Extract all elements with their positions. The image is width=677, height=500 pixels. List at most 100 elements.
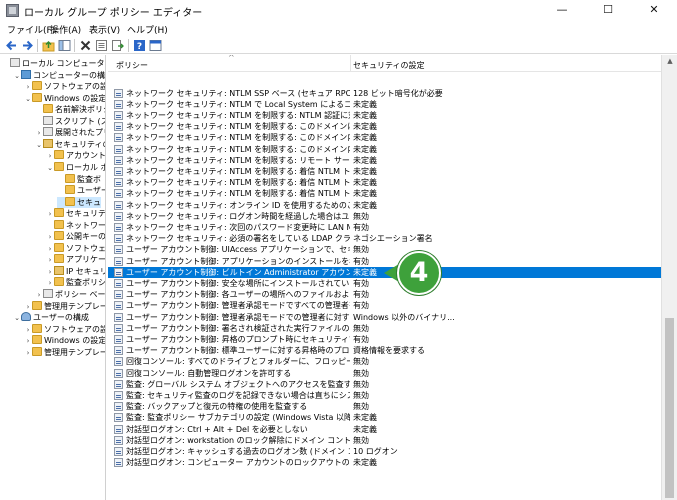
policy-row[interactable]: ユーザー アカウント制御: 管理者承認モードですべての管理者を実行...有効 bbox=[108, 300, 661, 311]
tree-item[interactable]: ⌄ セキュリティの設 bbox=[35, 138, 105, 151]
policy-row[interactable]: ユーザー アカウント制御: 昇格のプロンプト時にセキュリティで保護され...有効 bbox=[108, 334, 661, 345]
policy-row[interactable]: ネットワーク セキュリティ: 必須の署名をしている LDAP クライアントネゴシ… bbox=[108, 233, 661, 244]
policy-row[interactable]: ネットワーク セキュリティ: NTLM を制限する: 着信 NTLM トラフィッ… bbox=[108, 177, 661, 188]
expand-chevron-icon[interactable]: › bbox=[24, 325, 32, 336]
expand-chevron-icon[interactable]: ⌄ bbox=[46, 163, 54, 174]
folder-icon bbox=[65, 196, 75, 206]
policy-row[interactable]: 監査: バックアップと復元の特権の使用を監査する 無効 bbox=[108, 401, 661, 412]
menu-file[interactable]: ファイル(F) bbox=[7, 23, 55, 36]
tree-item[interactable]: › 公開キーの bbox=[46, 231, 105, 243]
tree-item[interactable]: › 管理用テンプレート bbox=[24, 346, 105, 359]
policy-row[interactable]: ネットワーク セキュリティ: NTLM を制限する: このドメイン内の NTLM… bbox=[108, 132, 661, 143]
policy-row[interactable]: ユーザー アカウント制御: 署名され検証された実行ファイルのみを昇...無効 bbox=[108, 323, 661, 334]
tree-item[interactable]: › アカウント ボ bbox=[46, 150, 105, 162]
expand-chevron-icon[interactable]: › bbox=[35, 290, 43, 301]
policy-row[interactable]: 回復コンソール: すべてのドライブとフォルダーに、フロッピーのコピーとア...無… bbox=[108, 356, 661, 367]
policy-row[interactable]: 対話型ログオン: キャッシュする過去のログオン数 (ドメイン コントローラー..… bbox=[108, 446, 661, 457]
expand-chevron-icon[interactable]: › bbox=[46, 244, 54, 255]
console-tree[interactable]: ローカル コンピューター ポリシ⌄コンピューターの構成›ソフトウェアの設定⌄Wi… bbox=[0, 55, 106, 500]
maximize-button[interactable]: ☐ bbox=[585, 0, 631, 21]
expand-chevron-icon[interactable]: › bbox=[24, 302, 32, 313]
policy-row[interactable]: ネットワーク セキュリティ: NTLM を制限する: リモート サーバーに対す.… bbox=[108, 155, 661, 166]
expand-chevron-icon[interactable]: › bbox=[46, 232, 54, 243]
column-policy[interactable]: ポリシー bbox=[116, 60, 148, 71]
policy-row[interactable]: 回復コンソール: 自動管理ログオンを許可する 無効 bbox=[108, 368, 661, 379]
expand-chevron-icon[interactable]: ⌄ bbox=[13, 313, 21, 324]
policy-row[interactable]: 監査: 監査ポリシー サブカテゴリの設定 (Windows Vista 以降) … bbox=[108, 412, 661, 423]
policy-row[interactable]: ユーザー アカウント制御: 各ユーザーの場所へのファイルおよびレジスト...有効 bbox=[108, 289, 661, 300]
tree-item[interactable]: › 監査ポリシ bbox=[46, 277, 105, 289]
expand-chevron-icon[interactable]: › bbox=[24, 348, 32, 359]
tree-item[interactable]: › ソフトウェアの設定 bbox=[24, 323, 105, 336]
policy-row[interactable]: ユーザー アカウント制御: UIAccess アプリケーションで、セキュリティで… bbox=[108, 244, 661, 255]
tree-item[interactable]: ネットワーク bbox=[46, 219, 105, 231]
policy-row[interactable]: ネットワーク セキュリティ: NTLM SSP ベース (セキュア RPC を含… bbox=[108, 88, 661, 99]
menu-help[interactable]: ヘルプ(H) bbox=[127, 23, 168, 36]
expand-chevron-icon[interactable]: › bbox=[46, 151, 54, 162]
expand-chevron-icon[interactable]: ⌄ bbox=[24, 94, 32, 105]
delete-icon[interactable] bbox=[79, 39, 92, 52]
expand-chevron-icon[interactable]: › bbox=[46, 267, 54, 278]
scroll-up-icon[interactable]: ▲ bbox=[662, 55, 677, 67]
expand-chevron-icon[interactable]: › bbox=[46, 209, 54, 220]
tree-item[interactable]: › ポリシー ベースの bbox=[35, 289, 105, 301]
expand-chevron-icon[interactable]: › bbox=[46, 278, 54, 289]
tree-item[interactable]: › ソフトウェア bbox=[46, 242, 105, 255]
column-security-setting[interactable]: セキュリティの設定 bbox=[353, 60, 425, 71]
close-button[interactable]: ✕ bbox=[631, 0, 677, 21]
expand-chevron-icon[interactable]: ⌄ bbox=[35, 140, 43, 151]
tree-item[interactable]: › セキュリティ bbox=[46, 208, 105, 220]
policy-row[interactable]: 対話型ログオン: workstation のロック解除にドメイン コントローラー… bbox=[108, 435, 661, 446]
tree-item[interactable]: ⌄ ユーザーの構成 bbox=[13, 312, 89, 323]
policy-row[interactable]: 監査: グローバル システム オブジェクトへのアクセスを監査する 無効 bbox=[108, 379, 661, 390]
policy-row[interactable]: ネットワーク セキュリティ: NTLM を制限する: 着信 NTLM トラフィッ… bbox=[108, 166, 661, 177]
tree-item[interactable]: ⌄ コンピューターの構成 bbox=[13, 69, 105, 82]
tree-item[interactable]: › Windows の設定 bbox=[24, 335, 105, 347]
tree-item[interactable]: ローカル コンピューター ポリシ bbox=[2, 58, 105, 69]
scroll-thumb[interactable] bbox=[665, 318, 674, 498]
policy-row[interactable]: ネットワーク セキュリティ: NTLM を制限する: このドメイン内の NTLM… bbox=[108, 144, 661, 155]
policy-row[interactable]: 対話型ログオン: コンピューター アカウントのロックアウトのしきい値未定義 bbox=[108, 457, 661, 468]
tree-item[interactable]: ⌄ Windows の設定 bbox=[24, 92, 105, 105]
tree-item[interactable]: 監査ボ bbox=[57, 173, 101, 185]
help-icon[interactable]: ? bbox=[133, 39, 146, 52]
tree-item[interactable]: セキュ bbox=[57, 196, 101, 208]
properties-icon[interactable] bbox=[95, 39, 108, 52]
policy-row[interactable]: ネットワーク セキュリティ: NTLM を制限する: 着信 NTLM トラフィッ… bbox=[108, 188, 661, 199]
policy-row[interactable]: ネットワーク セキュリティ: NTLM を制限する: NTLM 認証に対するリ.… bbox=[108, 110, 661, 121]
policy-row[interactable]: ユーザー アカウント制御: 管理者承認モードでの管理者に対する昇... Windo… bbox=[108, 312, 661, 323]
forward-icon[interactable] bbox=[21, 39, 34, 52]
export-list-icon[interactable] bbox=[111, 39, 124, 52]
policy-row[interactable]: ユーザー アカウント制御: 標準ユーザーに対する昇格時のプロンプトの...資格情… bbox=[108, 345, 661, 356]
tree-item[interactable]: › ソフトウェアの設定 bbox=[24, 81, 105, 93]
expand-chevron-icon[interactable]: ⌄ bbox=[13, 71, 21, 82]
policy-row[interactable]: ネットワーク セキュリティ: NTLM で Local System によるコン… bbox=[108, 99, 661, 110]
vertical-scrollbar[interactable]: ▲ bbox=[661, 55, 677, 500]
tree-item[interactable]: › 展開されたプリ bbox=[35, 127, 105, 139]
tree-item[interactable]: › アプリケーシ bbox=[46, 254, 105, 266]
expand-chevron-icon[interactable]: › bbox=[24, 336, 32, 347]
back-icon[interactable] bbox=[5, 39, 18, 52]
column-separator[interactable] bbox=[350, 55, 351, 72]
menu-action[interactable]: 操作(A) bbox=[50, 23, 81, 36]
tree-item[interactable]: ユーザー bbox=[57, 185, 105, 196]
tree-item[interactable]: › IP セキュリ bbox=[46, 265, 105, 278]
expand-chevron-icon[interactable]: › bbox=[24, 82, 32, 93]
policy-row[interactable]: ネットワーク セキュリティ: 次回のパスワード変更時に LAN Manager.… bbox=[108, 222, 661, 233]
tree-item[interactable]: 名前解決ポリシ bbox=[35, 104, 105, 115]
policy-row[interactable]: ネットワーク セキュリティ: オンライン ID を使用するためのこのコンピュ..… bbox=[108, 200, 661, 211]
expand-chevron-icon[interactable]: › bbox=[35, 128, 43, 139]
policy-row[interactable]: 監査: セキュリティ監査のログを記録できない場合は直ちにシステムを...無効 bbox=[108, 390, 661, 401]
minimize-button[interactable]: — bbox=[539, 0, 585, 21]
policy-row[interactable]: ネットワーク セキュリティ: ログオン時間を経過した場合はユーザーを強...無効 bbox=[108, 211, 661, 222]
policy-row[interactable]: 対話型ログオン: Ctrl + Alt + Del を必要としない 未定義 bbox=[108, 424, 661, 435]
expand-chevron-icon[interactable]: › bbox=[46, 255, 54, 266]
tree-item[interactable]: スクリプト (スタ bbox=[35, 115, 105, 127]
show-hide-tree-icon[interactable] bbox=[58, 39, 71, 52]
up-folder-icon[interactable] bbox=[42, 39, 55, 52]
tree-item[interactable]: ⌄ ローカル ポ bbox=[46, 161, 105, 174]
policy-row[interactable]: ネットワーク セキュリティ: NTLM を制限する: このドメインにサーバーの.… bbox=[108, 121, 661, 132]
console-icon[interactable] bbox=[149, 39, 162, 52]
tree-item[interactable]: › 管理用テンプレート bbox=[24, 300, 105, 313]
menu-view[interactable]: 表示(V) bbox=[89, 23, 120, 36]
